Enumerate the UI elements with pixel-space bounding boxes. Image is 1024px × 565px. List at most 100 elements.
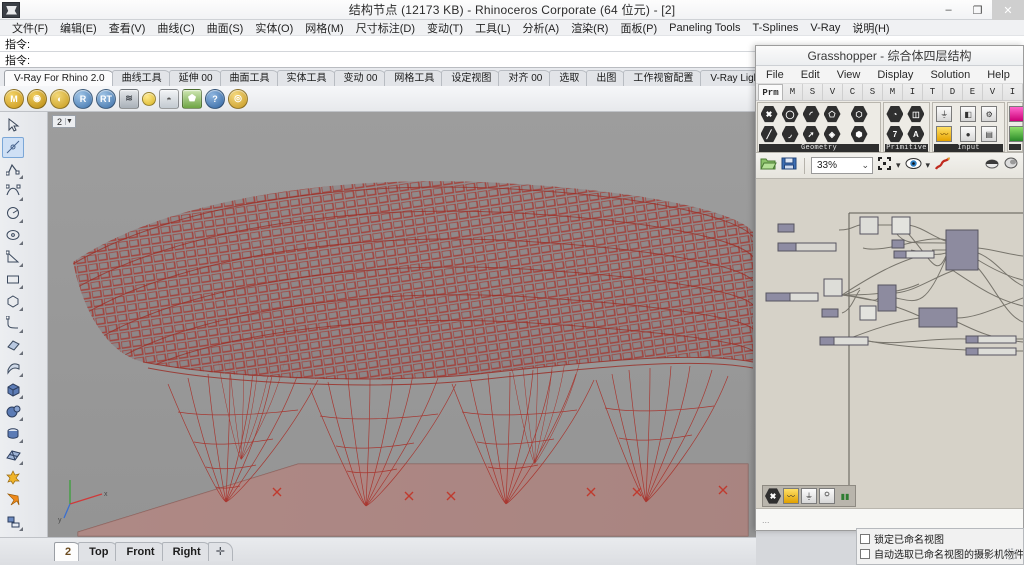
toolbar-tab-layout[interactable]: 出图 — [586, 70, 627, 86]
zoom-extents-icon[interactable] — [877, 156, 892, 176]
toolbar-tab-solid-tools[interactable]: 实体工具 — [276, 70, 337, 86]
gh-button-input-icon[interactable]: ⏚ — [934, 104, 954, 124]
data-tree-icon[interactable]: 🌣 — [819, 488, 835, 504]
minimize-button[interactable]: – — [934, 0, 963, 20]
menu-item-panels[interactable]: 面板(P) — [614, 20, 663, 36]
loft-surface-tool[interactable] — [2, 357, 24, 378]
gh-ribbon-tab-mesh[interactable]: M — [883, 84, 903, 100]
close-button[interactable]: ✕ — [992, 0, 1024, 20]
gh-geometry-param-icon[interactable]: ✖ — [759, 104, 779, 124]
gh-overflow-color-icon[interactable] — [1009, 104, 1023, 124]
menu-item-dimension[interactable]: 尺寸标注(D) — [350, 20, 421, 36]
gh-menu-display[interactable]: Display — [877, 69, 913, 81]
gh-menu-edit[interactable]: Edit — [801, 69, 820, 81]
select-arrow-tool[interactable] — [2, 115, 24, 136]
settings-gear-icon[interactable] — [1005, 548, 1017, 560]
bake-geometry-icon[interactable]: ⏚ — [801, 488, 817, 504]
gh-integer-param-icon[interactable]: ◫ — [906, 104, 926, 124]
vray-material-editor-icon[interactable]: M — [4, 88, 24, 109]
viewport-tab-front[interactable]: Front — [115, 542, 166, 561]
gh-menu-solution[interactable]: Solution — [930, 69, 970, 81]
menu-item-tools[interactable]: 工具(L) — [469, 20, 516, 36]
gh-ribbon-tab-maths[interactable]: M — [783, 84, 803, 100]
disable-solver-icon[interactable]: ✖ — [765, 488, 781, 504]
sketch-tool-icon[interactable] — [934, 156, 951, 176]
vray-help-icon[interactable]: ? — [205, 88, 225, 109]
sketch-display-icon[interactable]: 〰 — [783, 488, 799, 504]
toolbar-tab-set-view[interactable]: 设定视图 — [441, 70, 502, 86]
box-solid-tool[interactable] — [2, 379, 24, 400]
grasshopper-canvas[interactable] — [756, 198, 1023, 508]
gh-boolean-param-icon[interactable]: ◔ — [885, 104, 905, 124]
vray-infinite-plane-icon[interactable]: ≋ — [119, 88, 139, 109]
circle-tool[interactable] — [2, 203, 24, 224]
menu-item-analyze[interactable]: 分析(A) — [517, 20, 566, 36]
chevron-down-icon[interactable]: ⌄ — [861, 160, 869, 171]
gh-mesh-param-icon[interactable]: ⬢ — [849, 124, 869, 144]
gh-box-param-icon[interactable]: ◈ — [822, 124, 842, 144]
named-view-option-row-autoselect[interactable]: 自动选取已命名视图的摄影机物件 — [860, 546, 1023, 561]
surface-from-points-tool[interactable] — [2, 335, 24, 356]
gh-ribbon-tab-sets[interactable]: S — [803, 84, 823, 100]
gh-ribbon-tab-vector[interactable]: V — [823, 84, 843, 100]
gh-ribbon-tab-params[interactable]: Prm — [758, 84, 783, 100]
rectangle-plane-tool[interactable] — [2, 137, 24, 158]
vray-options-icon[interactable]: ◉ — [27, 88, 47, 109]
lock-named-view-checkbox[interactable] — [860, 533, 870, 544]
toolbar-tab-surface-tools[interactable]: 曲面工具 — [219, 70, 280, 86]
toolbar-tab-viewport-layout[interactable]: 工作视窗配置 — [623, 70, 704, 86]
profiler-icon[interactable]: ▮▮ — [837, 488, 853, 504]
vray-render-rt-icon[interactable]: RT — [96, 88, 116, 109]
vray-light-lister-icon[interactable]: ◐ — [50, 88, 70, 109]
toolbar-tab-curve-tools[interactable]: 曲线工具 — [111, 70, 172, 86]
vray-dome-light-icon[interactable]: ◓ — [159, 88, 179, 109]
save-file-icon[interactable] — [781, 156, 798, 176]
gh-control-knob-icon[interactable]: ⚙ — [979, 104, 999, 124]
menu-item-edit[interactable]: 编辑(E) — [54, 20, 103, 36]
cylinder-solid-tool[interactable] — [2, 423, 24, 444]
gh-number-param-icon[interactable]: 7 — [885, 124, 905, 144]
polyline-tool[interactable] — [2, 159, 24, 180]
gh-ribbon-tab-transform[interactable]: T — [923, 84, 943, 100]
perspective-viewport[interactable]: y x 2 ▼ — [48, 112, 756, 537]
gh-line-param-icon[interactable]: ╱ — [759, 124, 779, 144]
gh-menu-file[interactable]: File — [766, 69, 784, 81]
preview-dropdown-icon[interactable]: ▾ — [926, 160, 931, 171]
vray-proxy-mesh-icon[interactable]: ⬟ — [182, 88, 202, 109]
sphere-solid-tool[interactable] — [2, 401, 24, 422]
menu-item-mesh[interactable]: 网格(M) — [299, 20, 350, 36]
menu-item-curve[interactable]: 曲线(C) — [151, 20, 200, 36]
curve-fillet-tool[interactable] — [2, 313, 24, 334]
zoom-level-combobox[interactable]: 33% ⌄ — [811, 157, 873, 174]
toolbar-tab-mesh-tools[interactable]: 网格工具 — [384, 70, 445, 86]
viewport-tab-add-button[interactable]: ✛ — [207, 542, 233, 561]
boolean-split-tool[interactable] — [2, 489, 24, 510]
toolbar-tab-select[interactable]: 选取 — [549, 70, 590, 86]
vray-render-icon[interactable]: R — [73, 88, 93, 109]
viewport-tab-top[interactable]: Top — [78, 542, 120, 561]
gh-surface-param-icon[interactable]: ⬠ — [822, 104, 842, 124]
named-view-option-row-lock[interactable]: 锁定已命名视图 — [860, 531, 1023, 546]
menu-item-help[interactable]: 说明(H) — [846, 20, 895, 36]
viewport-menu-chevron-down-icon[interactable]: ▼ — [65, 118, 73, 125]
menu-item-tsplines[interactable]: T-Splines — [747, 22, 805, 34]
gh-ribbon-tab-vray[interactable]: V — [983, 84, 1003, 100]
gh-vector-param-icon[interactable]: ➚ — [801, 124, 821, 144]
gh-boolean-toggle-icon[interactable]: ◧ — [958, 104, 978, 124]
vray-frame-buffer-icon[interactable]: ◎ — [228, 88, 248, 109]
gh-value-list-icon[interactable]: ▤ — [979, 124, 999, 144]
polygon-tool[interactable] — [2, 291, 24, 312]
gh-menu-view[interactable]: View — [837, 69, 861, 81]
arc-tool[interactable] — [2, 247, 24, 268]
explode-tool[interactable] — [2, 467, 24, 488]
gh-ribbon-tab-surface[interactable]: S — [863, 84, 883, 100]
toolbar-tab-extend[interactable]: 延伸 00 — [168, 70, 223, 86]
menu-item-transform[interactable]: 变动(T) — [421, 20, 469, 36]
gh-arc-param-icon[interactable]: ◞ — [780, 124, 800, 144]
gh-circle-param-icon[interactable]: ◯ — [780, 104, 800, 124]
gh-ribbon-tab-display[interactable]: D — [943, 84, 963, 100]
trim-tool[interactable] — [2, 511, 24, 532]
gh-brep-param-icon[interactable]: ⬡ — [849, 104, 869, 124]
toolbar-tab-transform[interactable]: 变动 00 — [333, 70, 388, 86]
curve-control-points-tool[interactable] — [2, 181, 24, 202]
